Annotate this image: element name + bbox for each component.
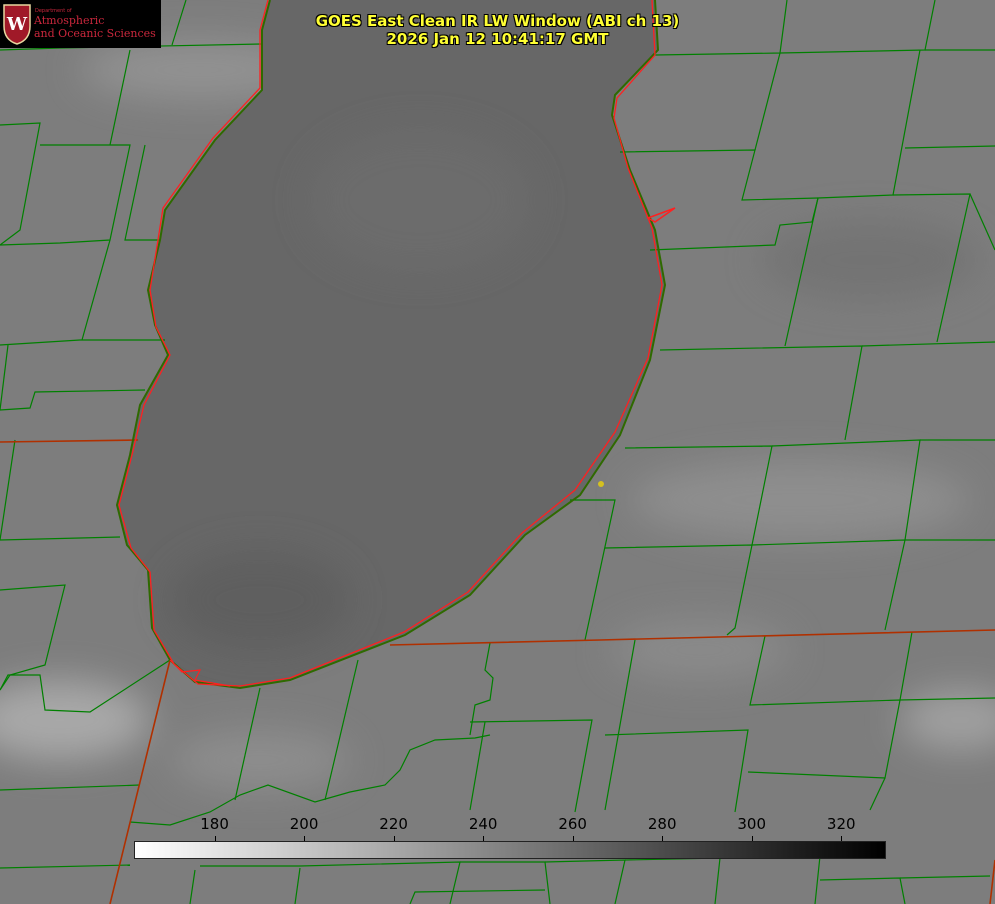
colorbar-tick-label: 240 (468, 815, 498, 833)
aos-logo: W Department of Atmospheric and Oceanic … (0, 0, 161, 48)
satellite-map (0, 0, 995, 904)
image-title: GOES East Clean IR LW Window (ABI ch 13)… (250, 12, 745, 48)
colorbar-tick-label: 180 (200, 815, 229, 833)
colorbar-tick-label: 280 (647, 815, 677, 833)
colorbar-tick-label: 200 (289, 815, 319, 833)
location-marker (598, 481, 604, 487)
temperature-colorbar (134, 841, 886, 859)
colorbar-tick-label: 220 (379, 815, 408, 833)
logo-line-1: Atmospheric (34, 14, 105, 27)
logo-line-2: and Oceanic Sciences (34, 27, 156, 40)
svg-text:W: W (6, 14, 28, 35)
title-timestamp: 2026 Jan 12 10:41:17 GMT (386, 30, 609, 48)
colorbar-tick-label: 300 (737, 815, 767, 833)
title-line-1: GOES East Clean IR LW Window (ABI ch 13) (315, 12, 680, 30)
colorbar-tick-label: 260 (558, 815, 587, 833)
uw-crest-icon: W (3, 4, 31, 45)
colorbar-tick-label: 320 (826, 815, 856, 833)
